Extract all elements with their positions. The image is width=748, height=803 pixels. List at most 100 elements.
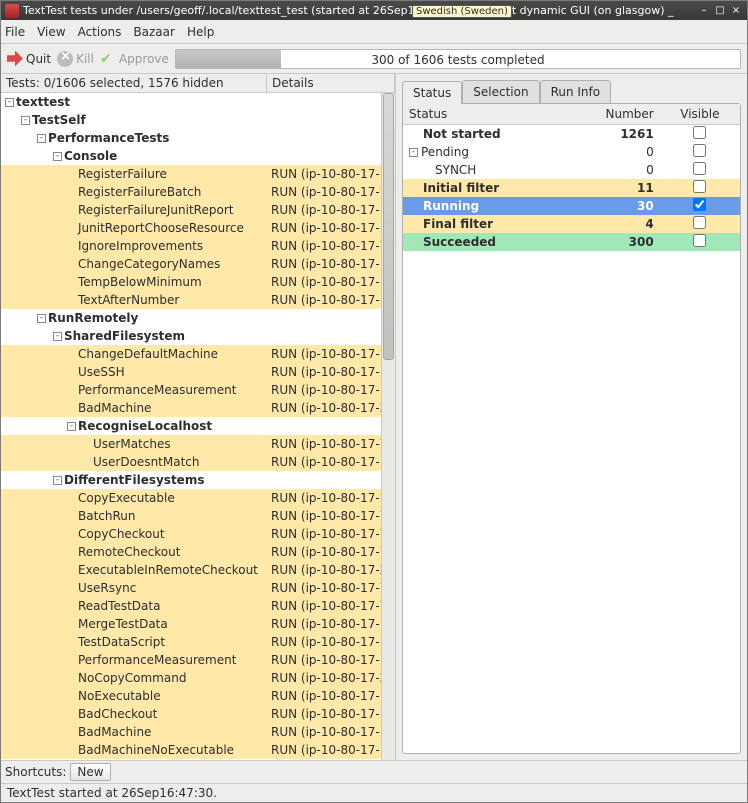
visible-checkbox[interactable] (693, 162, 706, 175)
expand-icon[interactable]: - (67, 422, 76, 431)
status-col-visible[interactable]: Visible (660, 104, 740, 125)
scrollbar[interactable] (381, 93, 395, 760)
visible-checkbox[interactable] (693, 180, 706, 193)
tree-row[interactable]: PerformanceMeasurementRUN (ip-10-80-17-1… (1, 381, 381, 399)
tree-row[interactable]: -RecogniseLocalhost (1, 417, 381, 435)
expand-icon (67, 242, 76, 251)
expand-icon[interactable]: - (37, 134, 46, 143)
scrollbar-thumb[interactable] (383, 93, 394, 360)
visible-checkbox[interactable] (693, 144, 706, 157)
expand-icon[interactable]: - (21, 116, 30, 125)
tree-row[interactable]: PerformanceMeasurementRUN (ip-10-80-17-1… (1, 651, 381, 669)
tests-header[interactable]: Tests: 0/1606 selected, 1576 hidden (1, 74, 267, 92)
expand-icon[interactable]: - (53, 152, 62, 161)
expand-icon[interactable]: - (409, 148, 418, 157)
status-row[interactable]: Not started1261 (403, 125, 740, 144)
expand-icon (67, 260, 76, 269)
tree-row[interactable]: ChangeDefaultMachineRUN (ip-10-80-17-153… (1, 345, 381, 363)
tree-row[interactable]: IgnoreImprovementsRUN (ip-10-80-17-77) (1, 237, 381, 255)
status-col-number[interactable]: Number (565, 104, 659, 125)
quit-button[interactable]: Quit (7, 51, 51, 67)
tree-row[interactable]: -texttest (1, 93, 381, 111)
tree-row[interactable]: RegisterFailureBatchRUN (ip-10-80-17-77) (1, 183, 381, 201)
visible-checkbox[interactable] (693, 126, 706, 139)
menu-actions[interactable]: Actions (78, 25, 122, 39)
close-icon[interactable]: × (729, 4, 743, 18)
status-row[interactable]: Final filter4 (403, 215, 740, 233)
status-row[interactable]: Initial filter11 (403, 179, 740, 197)
tree-row[interactable]: TextAfterNumberRUN (ip-10-80-17-102) (1, 291, 381, 309)
tree-row[interactable]: BadMachineRUN (ip-10-80-17-161) (1, 723, 381, 741)
tree-row[interactable]: RegisterFailureRUN (ip-10-80-17-153) (1, 165, 381, 183)
tree-row[interactable]: ChangeCategoryNamesRUN (ip-10-80-17-161) (1, 255, 381, 273)
tree-row[interactable]: UseSSHRUN (ip-10-80-17-153) (1, 363, 381, 381)
expand-icon[interactable]: - (5, 98, 14, 107)
menu-help[interactable]: Help (187, 25, 214, 39)
menu-view[interactable]: View (37, 25, 65, 39)
right-panel: Status Selection Run Info Status Number … (396, 74, 747, 760)
tree-row[interactable]: TestDataScriptRUN (ip-10-80-17-161) (1, 633, 381, 651)
expand-icon[interactable]: - (37, 314, 46, 323)
tree-item-detail: RUN (ip-10-80-17-102) (267, 293, 381, 307)
tree-row[interactable]: UserDoesntMatchRUN (ip-10-80-17-109) (1, 453, 381, 471)
tree-row[interactable]: BadCheckoutRUN (ip-10-80-17-161) (1, 705, 381, 723)
tree-item-detail: RUN (ip-10-80-17-102) (267, 491, 381, 505)
tree-row[interactable]: NoExecutableRUN (ip-10-80-17-109) (1, 687, 381, 705)
progress-text: 300 of 1606 tests completed (176, 50, 740, 69)
tab-status[interactable]: Status (402, 81, 462, 104)
menu-file[interactable]: File (5, 25, 25, 39)
status-row[interactable]: Succeeded300 (403, 233, 740, 251)
tree-row[interactable]: CopyCheckoutRUN (ip-10-80-17-77) (1, 525, 381, 543)
status-row[interactable]: SYNCH0 (403, 161, 740, 179)
app-window: Swedish (Sweden) TextTest tests under /u… (0, 0, 748, 803)
tab-runinfo[interactable]: Run Info (540, 80, 612, 103)
tree-row[interactable]: UseRsyncRUN (ip-10-80-17-77) (1, 579, 381, 597)
tree-row[interactable]: NoCopyCommandRUN (ip-10-80-17-25) (1, 669, 381, 687)
details-header[interactable]: Details (267, 74, 395, 92)
visible-checkbox[interactable] (693, 198, 706, 211)
tree-row[interactable]: -TestSelf (1, 111, 381, 129)
tree-row[interactable]: BatchRunRUN (ip-10-80-17-77) (1, 507, 381, 525)
tree-row[interactable]: ReadTestDataRUN (ip-10-80-17-77) (1, 597, 381, 615)
tree-row[interactable]: ExecutableInRemoteCheckoutRUN (ip-10-80-… (1, 561, 381, 579)
tree-row[interactable]: RemoteCheckoutRUN (ip-10-80-17-77) (1, 543, 381, 561)
tree-row[interactable]: TempBelowMinimumRUN (ip-10-80-17-102) (1, 273, 381, 291)
kill-button[interactable]: Kill (57, 51, 94, 67)
tree-row[interactable]: BadMachineNoExecutableRUN (ip-10-80-17-1… (1, 741, 381, 759)
tab-selection[interactable]: Selection (462, 80, 539, 103)
tree-row[interactable]: -SharedFilesystem (1, 327, 381, 345)
tree-item-detail: RUN (ip-10-80-17-109) (267, 455, 381, 469)
new-shortcut-button[interactable]: New (70, 763, 110, 781)
status-row[interactable]: -Pending0 (403, 143, 740, 161)
status-col-status[interactable]: Status (403, 104, 565, 125)
tree-row[interactable]: JunitReportChooseResourceRUN (ip-10-80-1… (1, 219, 381, 237)
maximize-icon[interactable]: □ (713, 4, 727, 18)
tree-item-detail: RUN (ip-10-80-17-161) (267, 257, 381, 271)
test-tree[interactable]: -texttest-TestSelf-PerformanceTests-Cons… (1, 93, 381, 760)
tree-row[interactable]: CopyExecutableRUN (ip-10-80-17-102) (1, 489, 381, 507)
visible-checkbox[interactable] (693, 234, 706, 247)
visible-checkbox[interactable] (693, 216, 706, 229)
tree-row[interactable]: -Console (1, 147, 381, 165)
tree-item-label: CopyCheckout (78, 527, 165, 541)
approve-button[interactable]: ✔ Approve (100, 51, 169, 67)
expand-icon[interactable]: - (53, 332, 62, 341)
tree-row[interactable]: RegisterFailureJunitReportRUN (ip-10-80-… (1, 201, 381, 219)
tree-item-detail: RUN (ip-10-80-17-153) (267, 347, 381, 361)
tree-row[interactable]: UserMatchesRUN (ip-10-80-17-77) (1, 435, 381, 453)
shortcuts-label: Shortcuts: (5, 765, 66, 779)
tree-row[interactable]: -DifferentFilesystems (1, 471, 381, 489)
status-label: Final filter (423, 217, 493, 231)
tree-row[interactable]: -RunRemotely (1, 309, 381, 327)
tree-row[interactable]: -PerformanceTests (1, 129, 381, 147)
expand-icon (67, 278, 76, 287)
expand-icon (67, 206, 76, 215)
tree-item-label: Console (64, 149, 117, 163)
tree-row[interactable]: MergeTestDataRUN (ip-10-80-17-161) (1, 615, 381, 633)
menu-bazaar[interactable]: Bazaar (133, 25, 175, 39)
tree-row[interactable]: BadMachineRUN (ip-10-80-17-25) (1, 399, 381, 417)
status-row[interactable]: Running30 (403, 197, 740, 215)
minimize-icon[interactable]: – (697, 4, 711, 18)
expand-icon[interactable]: - (53, 476, 62, 485)
tree-item-label: ReadTestData (78, 599, 160, 613)
